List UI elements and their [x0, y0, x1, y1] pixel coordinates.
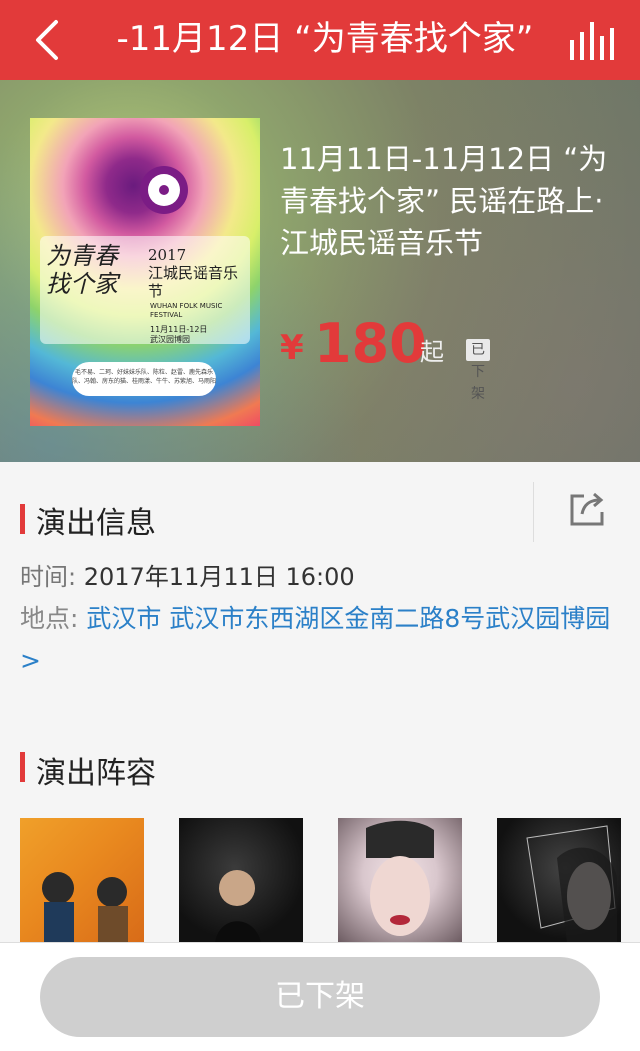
lineup-section-title: 演出阵容 — [36, 756, 156, 791]
status-badge: 已下架 — [466, 339, 490, 402]
artist-photo-graphic — [366, 820, 434, 936]
poster-year: 2017 — [148, 246, 187, 264]
event-title: 11月11日-11月12日 “为青春找个家” 民谣在路上· 江城民谣音乐节 — [280, 142, 608, 260]
section-marker — [20, 752, 25, 782]
time-label: 时间: — [20, 563, 77, 591]
address-row[interactable]: 地点: 武汉市 武汉市东西湖区金南二路8号武汉园博园 > — [20, 598, 630, 682]
purchase-button-disabled[interactable]: 已下架 — [40, 957, 600, 1037]
artist-photo[interactable] — [179, 818, 303, 943]
time-value: 2017年11月11日 16:00 — [83, 563, 355, 591]
chevron-left-icon — [36, 20, 58, 60]
section-marker — [20, 504, 25, 534]
bottom-bar: 已下架 — [0, 942, 640, 1051]
header-title: 11月11日-11月12日 “为青春找个家”民谣在路上· 江城民谣音乐节 — [112, 19, 532, 59]
share-icon — [570, 492, 604, 526]
price-currency: ¥ — [280, 328, 304, 368]
address-link[interactable]: 武汉市 武汉市东西湖区金南二路8号武汉园博园 > — [20, 604, 610, 675]
top-bar: 11月11日-11月12日 “为青春找个家”民谣在路上· 江城民谣音乐节 — [0, 0, 640, 80]
poster-festival: 江城民谣音乐节 — [148, 264, 239, 300]
place-label: 地点: — [20, 604, 79, 633]
flower-logo-icon — [148, 174, 180, 206]
stats-button[interactable] — [568, 18, 616, 62]
artist-photo[interactable] — [338, 818, 462, 943]
event-poster[interactable]: 为青春找个家 2017 江城民谣音乐节 WUHAN FOLK MUSIC FES… — [30, 118, 260, 426]
artist-photo-graphic — [526, 825, 617, 943]
bar-chart-icon — [570, 22, 614, 60]
artist-photo-graphic — [215, 870, 261, 943]
artist-photo-graphic — [42, 872, 128, 943]
hero-section: 为青春找个家 2017 江城民谣音乐节 WUHAN FOLK MUSIC FES… — [0, 80, 640, 462]
poster-calligraphy: 为青春找个家 — [46, 242, 118, 298]
artist-photo[interactable] — [497, 818, 621, 943]
price-suffix: 起 — [420, 338, 444, 366]
share-button[interactable] — [566, 486, 610, 530]
info-section-title: 演出信息 — [36, 506, 156, 541]
back-button[interactable] — [28, 18, 72, 62]
poster-lineup: 毛不易、二珂、好妹妹乐队、陈粒、赵雷、鹿先森乐队、冯翰、房东的猫、桂雨漾、牛牛、… — [72, 362, 216, 396]
artist-photo[interactable] — [20, 818, 144, 943]
poster-english: WUHAN FOLK MUSIC FESTIVAL — [150, 302, 223, 319]
time-row: 时间: 2017年11月11日 16:00 — [20, 556, 355, 598]
divider — [533, 482, 534, 542]
price-value: 180 — [314, 312, 427, 375]
poster-venue: 武汉园博园 — [150, 335, 190, 344]
